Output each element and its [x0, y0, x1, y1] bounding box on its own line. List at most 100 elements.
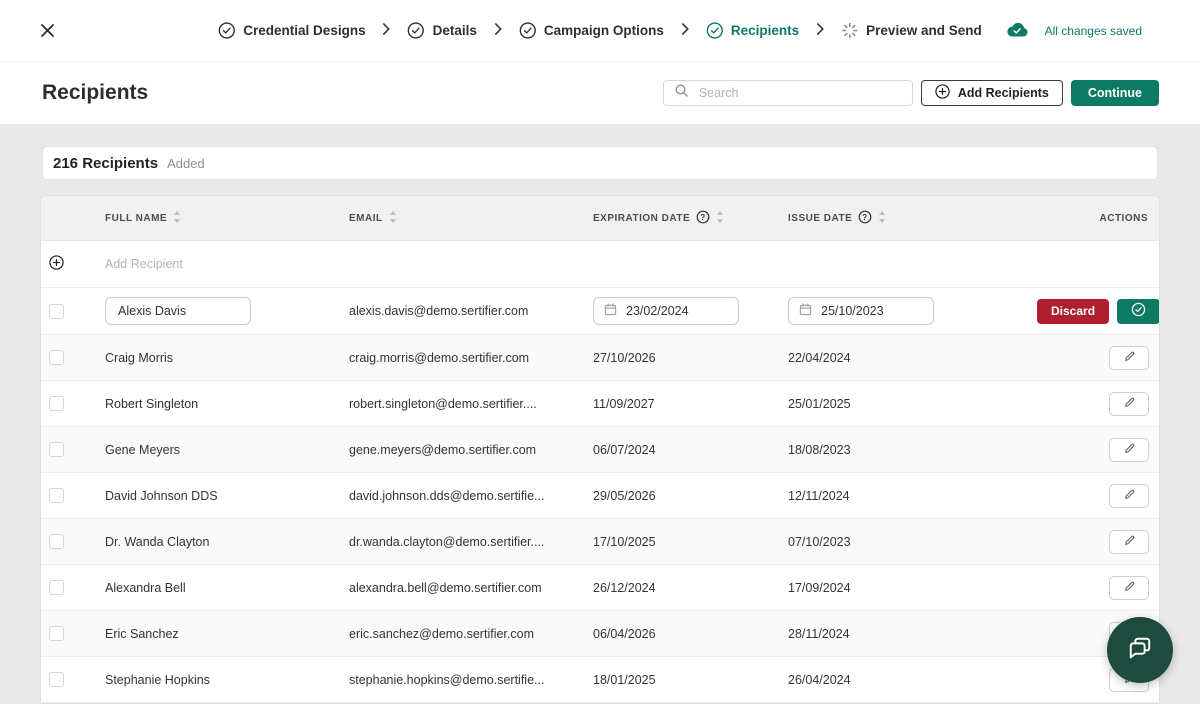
calendar-icon	[799, 303, 812, 319]
cloud-check-icon	[1006, 22, 1028, 40]
help-icon[interactable]: ?	[696, 210, 710, 227]
row-checkbox[interactable]	[49, 304, 64, 319]
continue-button[interactable]: Continue	[1071, 80, 1159, 106]
sort-icon[interactable]	[389, 211, 397, 226]
sort-icon[interactable]	[878, 211, 886, 226]
edit-row-button[interactable]	[1109, 438, 1149, 462]
check-circle-icon	[218, 22, 235, 39]
recipient-row: David Johnson DDS david.johnson.dds@demo…	[41, 473, 1159, 519]
row-checkbox[interactable]	[49, 672, 64, 687]
expiration-date-input[interactable]	[593, 297, 739, 325]
recipient-email: robert.singleton@demo.sertifier....	[349, 397, 593, 411]
row-checkbox[interactable]	[49, 442, 64, 457]
step-label: Credential Designs	[243, 23, 365, 38]
wizard-topbar: Credential Designs Details Campaign Opti…	[0, 0, 1200, 62]
search-box[interactable]	[663, 80, 913, 106]
close-icon	[40, 23, 55, 38]
recipient-name: Alexandra Bell	[105, 581, 349, 595]
row-checkbox[interactable]	[49, 534, 64, 549]
recipient-row: Stephanie Hopkins stephanie.hopkins@demo…	[41, 657, 1159, 703]
chevron-right-icon	[681, 22, 689, 40]
recipient-name: Craig Morris	[105, 351, 349, 365]
plus-circle-icon[interactable]	[49, 255, 64, 273]
edit-row-button[interactable]	[1109, 530, 1149, 554]
autosave-status-text: All changes saved	[1045, 24, 1142, 38]
step-label: Preview and Send	[866, 23, 982, 38]
recipient-expiration-date: 26/12/2024	[593, 581, 788, 595]
recipient-name: Stephanie Hopkins	[105, 673, 349, 687]
issue-date-input[interactable]	[788, 297, 934, 325]
recipient-row: Dr. Wanda Clayton dr.wanda.clayton@demo.…	[41, 519, 1159, 565]
recipient-issue-date: 26/04/2024	[788, 673, 1037, 687]
page-header: Recipients Add Recipients Continue	[0, 62, 1200, 124]
row-checkbox[interactable]	[49, 488, 64, 503]
edit-row-button[interactable]	[1109, 392, 1149, 416]
add-recipient-placeholder[interactable]: Add Recipient	[105, 257, 183, 271]
column-header-expiration-date[interactable]: EXPIRATION DATE ?	[593, 210, 788, 227]
expiration-date-value[interactable]	[624, 303, 728, 319]
column-header-email[interactable]: EMAIL	[349, 211, 593, 226]
column-label: ISSUE DATE	[788, 213, 852, 224]
confirm-button[interactable]	[1117, 299, 1160, 324]
recipient-row: Gene Meyers gene.meyers@demo.sertifier.c…	[41, 427, 1159, 473]
step-recipients[interactable]: Recipients	[706, 22, 799, 39]
recipient-email: craig.morris@demo.sertifier.com	[349, 351, 593, 365]
header-actions: Add Recipients Continue	[663, 80, 1159, 106]
column-header-full-name[interactable]: FULL NAME	[105, 211, 349, 226]
recipient-expiration-date: 06/07/2024	[593, 443, 788, 457]
row-checkbox[interactable]	[49, 396, 64, 411]
recipient-expiration-date: 06/04/2026	[593, 627, 788, 641]
check-circle-icon	[1131, 302, 1146, 320]
wizard-stepper: Credential Designs Details Campaign Opti…	[218, 22, 981, 40]
recipient-expiration-date: 17/10/2025	[593, 535, 788, 549]
step-credential-designs[interactable]: Credential Designs	[218, 22, 365, 39]
edit-row-button[interactable]	[1109, 484, 1149, 508]
row-checkbox[interactable]	[49, 350, 64, 365]
add-recipient-icon-cell	[41, 255, 105, 273]
pencil-icon	[1123, 534, 1136, 550]
recipient-issue-date: 28/11/2024	[788, 627, 1037, 641]
page-title: Recipients	[42, 81, 148, 105]
search-input[interactable]	[697, 85, 901, 101]
chevron-right-icon	[383, 22, 391, 40]
close-button[interactable]	[34, 18, 60, 44]
step-details[interactable]: Details	[408, 22, 477, 39]
chevron-right-icon	[494, 22, 502, 40]
recipient-row-editing: alexis.davis@demo.sertifier.com Discard	[41, 288, 1159, 335]
search-icon	[675, 84, 688, 102]
calendar-icon	[604, 303, 617, 319]
svg-text:?: ?	[863, 212, 868, 221]
discard-button[interactable]: Discard	[1037, 299, 1109, 324]
recipient-row: Eric Sanchez eric.sanchez@demo.sertifier…	[41, 611, 1159, 657]
step-label: Recipients	[731, 23, 799, 38]
check-circle-icon	[408, 22, 425, 39]
column-header-issue-date[interactable]: ISSUE DATE ?	[788, 210, 1037, 227]
row-checkbox[interactable]	[49, 580, 64, 595]
sort-icon[interactable]	[716, 211, 724, 226]
edit-row-button[interactable]	[1109, 346, 1149, 370]
add-recipients-label: Add Recipients	[958, 86, 1049, 100]
sort-icon[interactable]	[173, 211, 181, 226]
step-campaign-options[interactable]: Campaign Options	[519, 22, 664, 39]
recipient-name: David Johnson DDS	[105, 489, 349, 503]
plus-circle-icon	[935, 84, 950, 102]
column-label: FULL NAME	[105, 213, 167, 224]
full-name-input[interactable]	[105, 297, 251, 325]
add-recipients-button[interactable]: Add Recipients	[921, 80, 1063, 106]
recipient-issue-date: 12/11/2024	[788, 489, 1037, 503]
help-icon[interactable]: ?	[858, 210, 872, 227]
chevron-right-icon	[816, 22, 824, 40]
step-label: Details	[433, 23, 477, 38]
row-checkbox[interactable]	[49, 626, 64, 641]
issue-date-value[interactable]	[819, 303, 923, 319]
recipients-table: FULL NAME EMAIL EXPIRATION DATE ? ISSUE …	[40, 195, 1160, 704]
recipient-issue-date: 07/10/2023	[788, 535, 1037, 549]
recipient-name: Gene Meyers	[105, 443, 349, 457]
column-header-actions: ACTIONS	[1037, 213, 1159, 224]
edit-row-button[interactable]	[1109, 576, 1149, 600]
pencil-icon	[1123, 488, 1136, 504]
step-preview-and-send[interactable]: Preview and Send	[841, 22, 982, 39]
add-recipient-row[interactable]: Add Recipient	[41, 241, 1159, 288]
chat-widget-button[interactable]	[1107, 617, 1173, 683]
main-content: 216 Recipients Added FULL NAME EMAIL EXP…	[0, 124, 1200, 704]
